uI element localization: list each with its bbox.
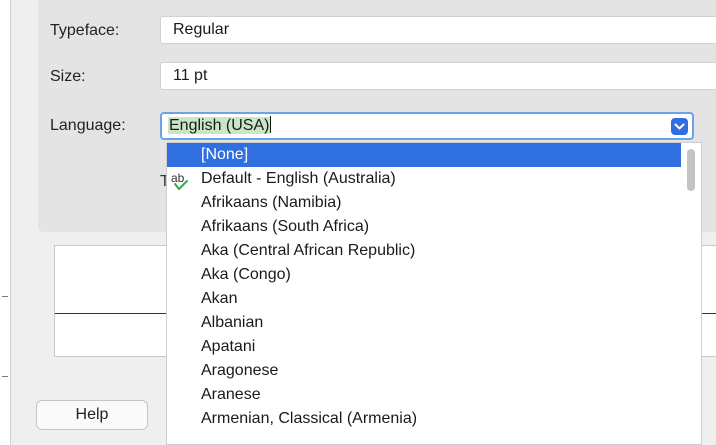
dropdown-item-label: Akan <box>201 290 238 307</box>
dropdown-item[interactable]: ab Default - English (Australia) <box>167 167 681 191</box>
dropdown-item[interactable]: Aragonese <box>167 359 681 383</box>
language-dropdown-list[interactable]: [None] ab Default - English (Australia) … <box>166 142 702 445</box>
language-combobox[interactable]: English (USA) <box>160 112 694 140</box>
dropdown-item[interactable]: Aranese <box>167 383 681 407</box>
dropdown-item[interactable]: Aka (Central African Republic) <box>167 239 681 263</box>
chevron-down-icon <box>674 123 685 130</box>
dropdown-item[interactable]: Afrikaans (South Africa) <box>167 215 681 239</box>
dropdown-item-label: Aka (Central African Republic) <box>201 242 416 259</box>
size-value: 11 pt <box>173 67 208 84</box>
dropdown-item-label: Aka (Congo) <box>201 266 291 283</box>
left-tick-mark <box>2 376 8 377</box>
dropdown-item-label: Aragonese <box>201 362 279 379</box>
dropdown-item-label: Albanian <box>201 314 264 331</box>
dropdown-item[interactable]: Afrikaans (Namibia) <box>167 191 681 215</box>
dropdown-item[interactable]: Akan <box>167 287 681 311</box>
help-button[interactable]: Help <box>36 400 148 430</box>
scrollbar-thumb[interactable] <box>687 149 695 191</box>
typeface-label: Typeface: <box>50 22 120 39</box>
size-label: Size: <box>50 68 86 85</box>
typeface-field[interactable]: Regular <box>160 16 716 44</box>
text-cursor <box>270 116 272 133</box>
language-dropdown-button[interactable] <box>671 118 688 135</box>
dropdown-item[interactable]: [None] <box>167 143 681 167</box>
dropdown-item[interactable]: Aka (Congo) <box>167 263 681 287</box>
language-value: English (USA) <box>168 117 271 134</box>
dropdown-item-label: Afrikaans (Namibia) <box>201 194 342 211</box>
spellcheck-icon: ab <box>171 169 197 191</box>
dropdown-item-label: Default - English (Australia) <box>201 170 396 187</box>
dropdown-item-label: Apatani <box>201 338 256 355</box>
dropdown-item[interactable]: Armenian, Classical (Armenia) <box>167 407 681 431</box>
language-label: Language: <box>50 117 126 134</box>
dropdown-item-label: [None] <box>201 146 249 163</box>
dropdown-item[interactable]: Albanian <box>167 311 681 335</box>
typeface-value: Regular <box>173 21 230 38</box>
dropdown-scrollbar[interactable] <box>681 143 701 444</box>
left-window-border <box>10 0 11 445</box>
checkmark-icon <box>174 180 188 190</box>
left-tick-mark <box>2 296 8 297</box>
dropdown-item[interactable]: Apatani <box>167 335 681 359</box>
dropdown-item-label: Armenian, Classical (Armenia) <box>201 410 418 427</box>
dropdown-item-label: Aranese <box>201 386 261 403</box>
size-field[interactable]: 11 pt <box>160 62 716 90</box>
dropdown-item-label: Afrikaans (South Africa) <box>201 218 370 235</box>
